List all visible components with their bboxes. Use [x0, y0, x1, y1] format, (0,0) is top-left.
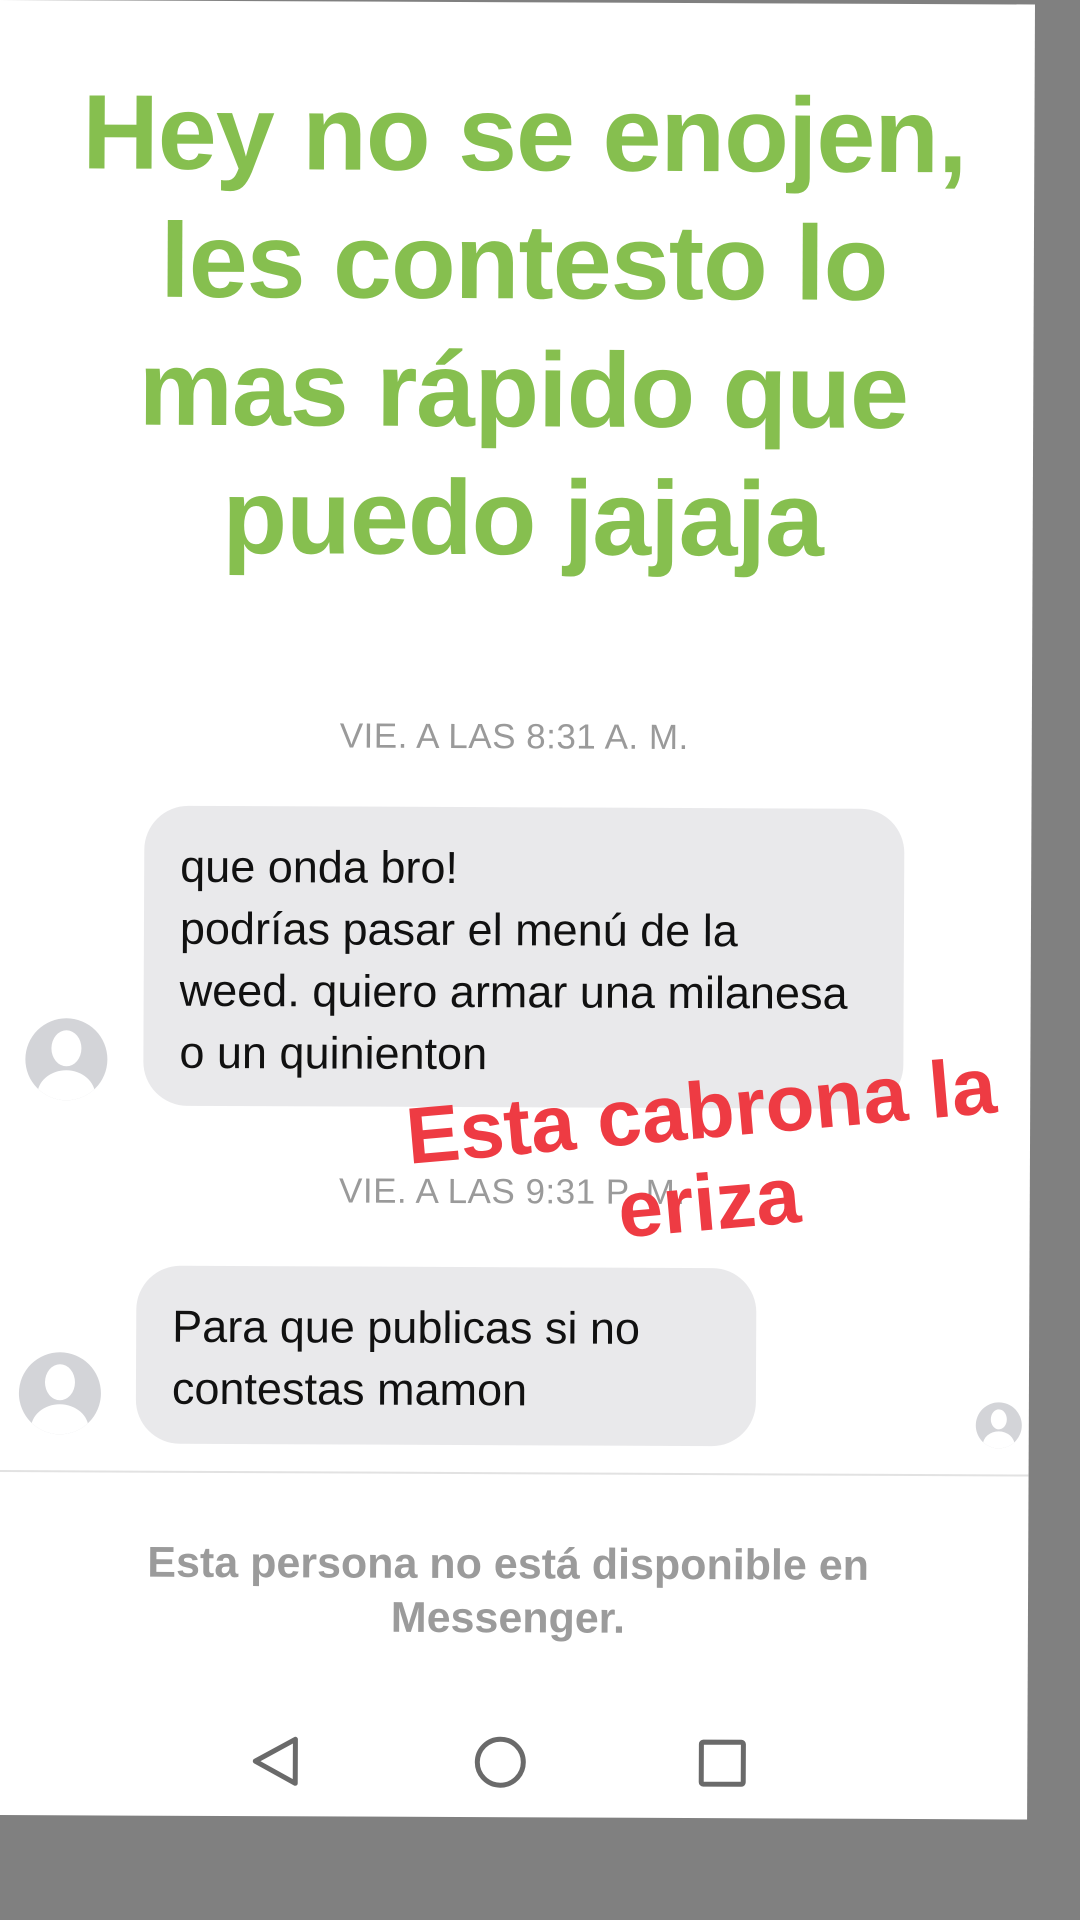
nav-home-button[interactable]	[460, 1722, 540, 1802]
seen-receipt-avatar	[975, 1402, 1022, 1449]
unavailable-notice: Esta persona no está disponible en Messe…	[147, 1538, 870, 1643]
avatar-head-shape	[51, 1030, 82, 1067]
contact-avatar[interactable]	[25, 1018, 108, 1101]
avatar-body-shape	[30, 1404, 89, 1435]
home-icon	[474, 1736, 526, 1788]
back-icon	[252, 1736, 298, 1786]
message-timestamp: VIE. A LAS 8:31 A. M.	[339, 716, 689, 758]
message-bubble-received[interactable]: Para que publicas si no contestas mamon	[135, 1265, 757, 1447]
nav-back-button[interactable]	[235, 1721, 315, 1801]
nav-recent-apps-button[interactable]	[682, 1723, 762, 1803]
stage: Hey no se enojen, les contesto lo mas rá…	[0, 0, 1080, 1920]
avatar-head-shape	[44, 1364, 76, 1401]
avatar-head-shape	[990, 1409, 1007, 1430]
contact-avatar[interactable]	[18, 1352, 102, 1435]
avatar-body-shape	[982, 1431, 1015, 1449]
divider	[0, 1469, 1029, 1477]
recent-apps-icon	[698, 1739, 746, 1787]
android-nav-bar	[0, 1700, 1028, 1825]
avatar-body-shape	[37, 1070, 96, 1101]
phone-screen: Hey no se enojen, les contesto lo mas rá…	[0, 0, 1035, 1820]
meme-headline: Hey no se enojen, les contesto lo mas rá…	[82, 73, 967, 579]
